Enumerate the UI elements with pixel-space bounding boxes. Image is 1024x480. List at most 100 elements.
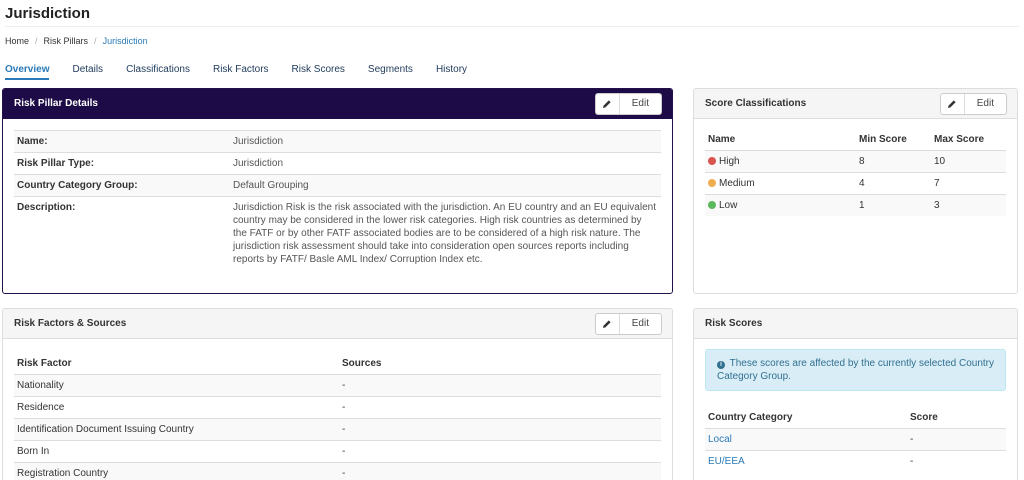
table-row: Born In - [14,440,661,463]
status-dot-icon [708,201,716,209]
tab-details[interactable]: Details [72,64,103,80]
risk-factor-name: Residence [14,396,339,419]
status-dot-icon [708,157,716,165]
classification-name: Medium [719,178,755,189]
classification-name: Low [719,200,738,211]
table-row: Risk Pillar Type: Jurisdiction [14,152,661,175]
panel-title: Risk Factors & Sources [14,318,127,329]
table-row: Nationality - [14,374,661,397]
panel-header: Risk Scores [694,309,1017,339]
risk-factors-table: Risk Factor Sources Nationality - Reside… [14,353,661,480]
panel-header: Risk Factors & Sources Edit [3,309,672,339]
tab-classifications[interactable]: Classifications [126,64,190,80]
risk-factor-sources: - [339,418,661,441]
table-row: High 8 10 [705,150,1006,173]
column-header: Country Category [708,412,793,423]
table-row: Registration Country - [14,462,661,480]
risk-factor-name: Registration Country [14,462,339,480]
min-score: 8 [856,150,931,173]
table-row: Country Category Group: Default Grouping [14,174,661,197]
column-header: Min Score [859,134,907,145]
breadcrumb: Home / Risk Pillars / Jurisdiction [5,36,148,46]
tab-history[interactable]: History [436,64,467,80]
risk-factor-sources: - [339,396,661,419]
table-header-row: Risk Factor Sources [14,353,661,375]
column-header: Sources [342,358,382,369]
detail-key: Risk Pillar Type: [14,152,230,175]
column-header: Risk Factor [17,358,72,369]
breadcrumb-home[interactable]: Home [5,36,29,46]
tab-risk-scores[interactable]: Risk Scores [292,64,345,80]
risk-factor-sources: - [339,462,661,480]
min-score: 4 [856,172,931,195]
edit-classifications-button[interactable]: Edit [939,92,1007,115]
table-row: Identification Document Issuing Country … [14,418,661,441]
risk-pillar-details-panel: Risk Pillar Details Edit Name: Jurisdict… [2,88,673,294]
table-row: Residence - [14,396,661,419]
status-dot-icon [708,179,716,187]
pencil-icon [941,93,965,114]
panel-header: Score Classifications Edit [694,89,1017,119]
classifications-table: Name Min Score Max Score High 8 10 Mediu… [705,129,1006,216]
info-icon: i [717,361,725,369]
pencil-icon [596,93,620,114]
detail-value: Jurisdiction Risk is the risk associated… [230,196,661,270]
breadcrumb-current: Jurisdiction [102,36,148,46]
panel-header: Risk Pillar Details Edit [3,89,672,119]
risk-factor-name: Born In [14,440,339,463]
score-classifications-panel: Score Classifications Edit Name Min Scor… [693,88,1018,294]
detail-value: Jurisdiction [230,130,661,153]
breadcrumb-risk-pillars[interactable]: Risk Pillars [44,36,89,46]
category-score: - [907,450,1006,472]
info-alert-text: These scores are affected by the current… [717,358,995,382]
category-score: - [907,428,1006,451]
tab-risk-factors[interactable]: Risk Factors [213,64,269,80]
breadcrumb-separator: / [94,36,97,46]
detail-value: Jurisdiction [230,152,661,175]
risk-factors-panel: Risk Factors & Sources Edit Risk Factor … [2,308,673,480]
table-header-row: Country Category Score [705,407,1006,429]
max-score: 10 [931,150,1006,173]
page-title: Jurisdiction [5,5,91,22]
risk-factor-sources: - [339,374,661,397]
table-row: Low 1 3 [705,194,1006,216]
max-score: 7 [931,172,1006,195]
pencil-icon [596,313,620,334]
title-divider [5,26,1019,27]
tab-overview[interactable]: Overview [5,64,50,80]
panel-title: Score Classifications [705,98,807,109]
detail-key: Country Category Group: [14,174,230,197]
detail-key: Name: [14,130,230,153]
panel-title: Risk Scores [705,318,763,329]
risk-scores-panel: Risk Scores i These scores are affected … [693,308,1018,480]
max-score: 3 [931,194,1006,216]
breadcrumb-separator: / [35,36,38,46]
table-row: Name: Jurisdiction [14,130,661,153]
tab-bar: Overview Details Classifications Risk Fa… [5,64,490,80]
table-row: EU/EEA - [705,450,1006,472]
detail-key: Description: [14,196,230,270]
tab-segments[interactable]: Segments [368,64,413,80]
detail-value: Default Grouping [230,174,661,197]
edit-label: Edit [631,98,649,109]
table-row: Medium 4 7 [705,172,1006,195]
risk-factor-name: Nationality [14,374,339,397]
edit-label: Edit [976,98,994,109]
min-score: 1 [856,194,931,216]
classification-name: High [719,156,740,167]
panel-title: Risk Pillar Details [14,98,98,109]
risk-scores-table: Country Category Score Local - EU/EEA - [705,407,1006,472]
column-header: Score [910,412,938,423]
table-row: Local - [705,428,1006,451]
risk-factor-sources: - [339,440,661,463]
info-alert: i These scores are affected by the curre… [705,349,1006,391]
edit-risk-factors-button[interactable]: Edit [594,312,662,335]
details-table: Name: Jurisdiction Risk Pillar Type: Jur… [14,130,661,270]
table-header-row: Name Min Score Max Score [705,129,1006,151]
table-row: Description: Jurisdiction Risk is the ri… [14,196,661,270]
country-category-link[interactable]: Local [708,434,732,445]
column-header: Max Score [934,134,985,145]
country-category-link[interactable]: EU/EEA [708,456,745,467]
edit-risk-pillar-button[interactable]: Edit [594,92,662,115]
edit-label: Edit [631,318,649,329]
